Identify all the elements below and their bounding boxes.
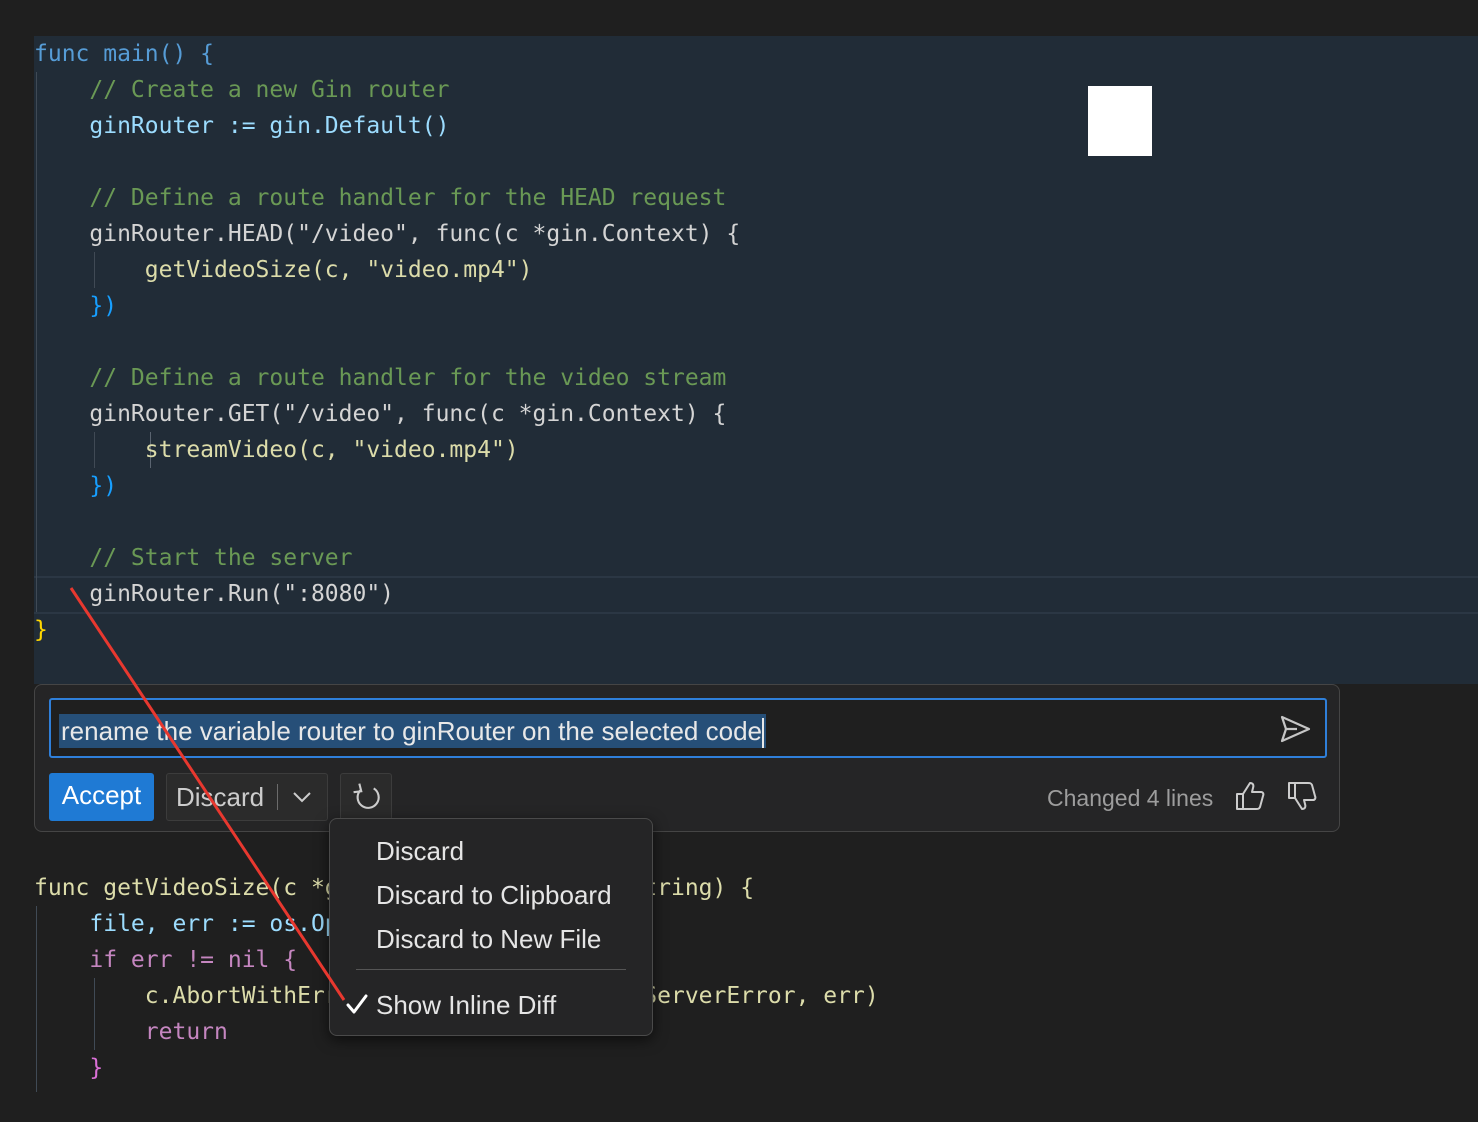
code-line: getVideoSize(c, "video.mp4") xyxy=(34,257,533,283)
discard-button[interactable]: Discard xyxy=(176,775,264,819)
thumbs-down-icon[interactable] xyxy=(1285,779,1319,813)
code-line: ginRouter := gin.Default() xyxy=(34,113,450,139)
chevron-down-icon[interactable] xyxy=(287,782,317,812)
inline-chat-input[interactable]: rename the variable router to ginRouter … xyxy=(49,698,1327,758)
text-caret xyxy=(761,718,764,749)
code-editor-top[interactable]: func main() { // Create a new Gin router… xyxy=(34,36,1454,648)
code-line: if err != nil { xyxy=(34,947,298,973)
code-line: func main() { xyxy=(34,41,215,67)
discard-split-button[interactable]: Discard xyxy=(166,773,328,821)
menu-item-discard-to-clipboard[interactable]: Discard to Clipboard xyxy=(376,875,612,915)
accept-button[interactable]: Accept xyxy=(49,773,154,821)
code-line: }) xyxy=(34,473,118,499)
code-line: // Create a new Gin router xyxy=(34,77,450,103)
send-icon[interactable] xyxy=(1277,712,1313,746)
inline-chat-widget: rename the variable router to ginRouter … xyxy=(34,684,1340,832)
menu-separator xyxy=(356,969,626,970)
checkmark-icon xyxy=(346,994,368,1014)
code-line: return xyxy=(34,1019,228,1045)
code-line: ginRouter.GET("/video", func(c *gin.Cont… xyxy=(34,401,727,427)
code-line: }) xyxy=(34,293,118,319)
prompt-text: rename the variable router to ginRouter … xyxy=(59,714,766,749)
code-line: // Start the server xyxy=(34,545,353,571)
thumbs-up-icon[interactable] xyxy=(1233,779,1267,813)
discard-menu: Discard Discard to Clipboard Discard to … xyxy=(329,818,653,1036)
menu-item-show-inline-diff[interactable]: Show Inline Diff xyxy=(376,985,556,1025)
change-summary: Changed 4 lines xyxy=(1047,785,1214,811)
code-editor-bottom[interactable]: func getVideoSize(c *gin.Context, filena… xyxy=(34,870,1454,1092)
menu-item-discard-to-new-file[interactable]: Discard to New File xyxy=(376,919,601,959)
code-line: ginRouter.Run(":8080") xyxy=(34,581,395,607)
split-divider xyxy=(277,784,278,810)
refresh-icon xyxy=(353,783,380,809)
rerun-button[interactable] xyxy=(340,773,392,821)
code-line: } xyxy=(34,617,48,643)
code-line: ginRouter.HEAD("/video", func(c *gin.Con… xyxy=(34,221,741,247)
code-line: streamVideo(c, "video.mp4") xyxy=(34,437,519,463)
code-line: // Define a route handler for the video … xyxy=(34,365,727,391)
menu-item-discard[interactable]: Discard xyxy=(376,831,464,871)
code-line: // Define a route handler for the HEAD r… xyxy=(34,185,727,211)
code-line: } xyxy=(34,1055,104,1081)
